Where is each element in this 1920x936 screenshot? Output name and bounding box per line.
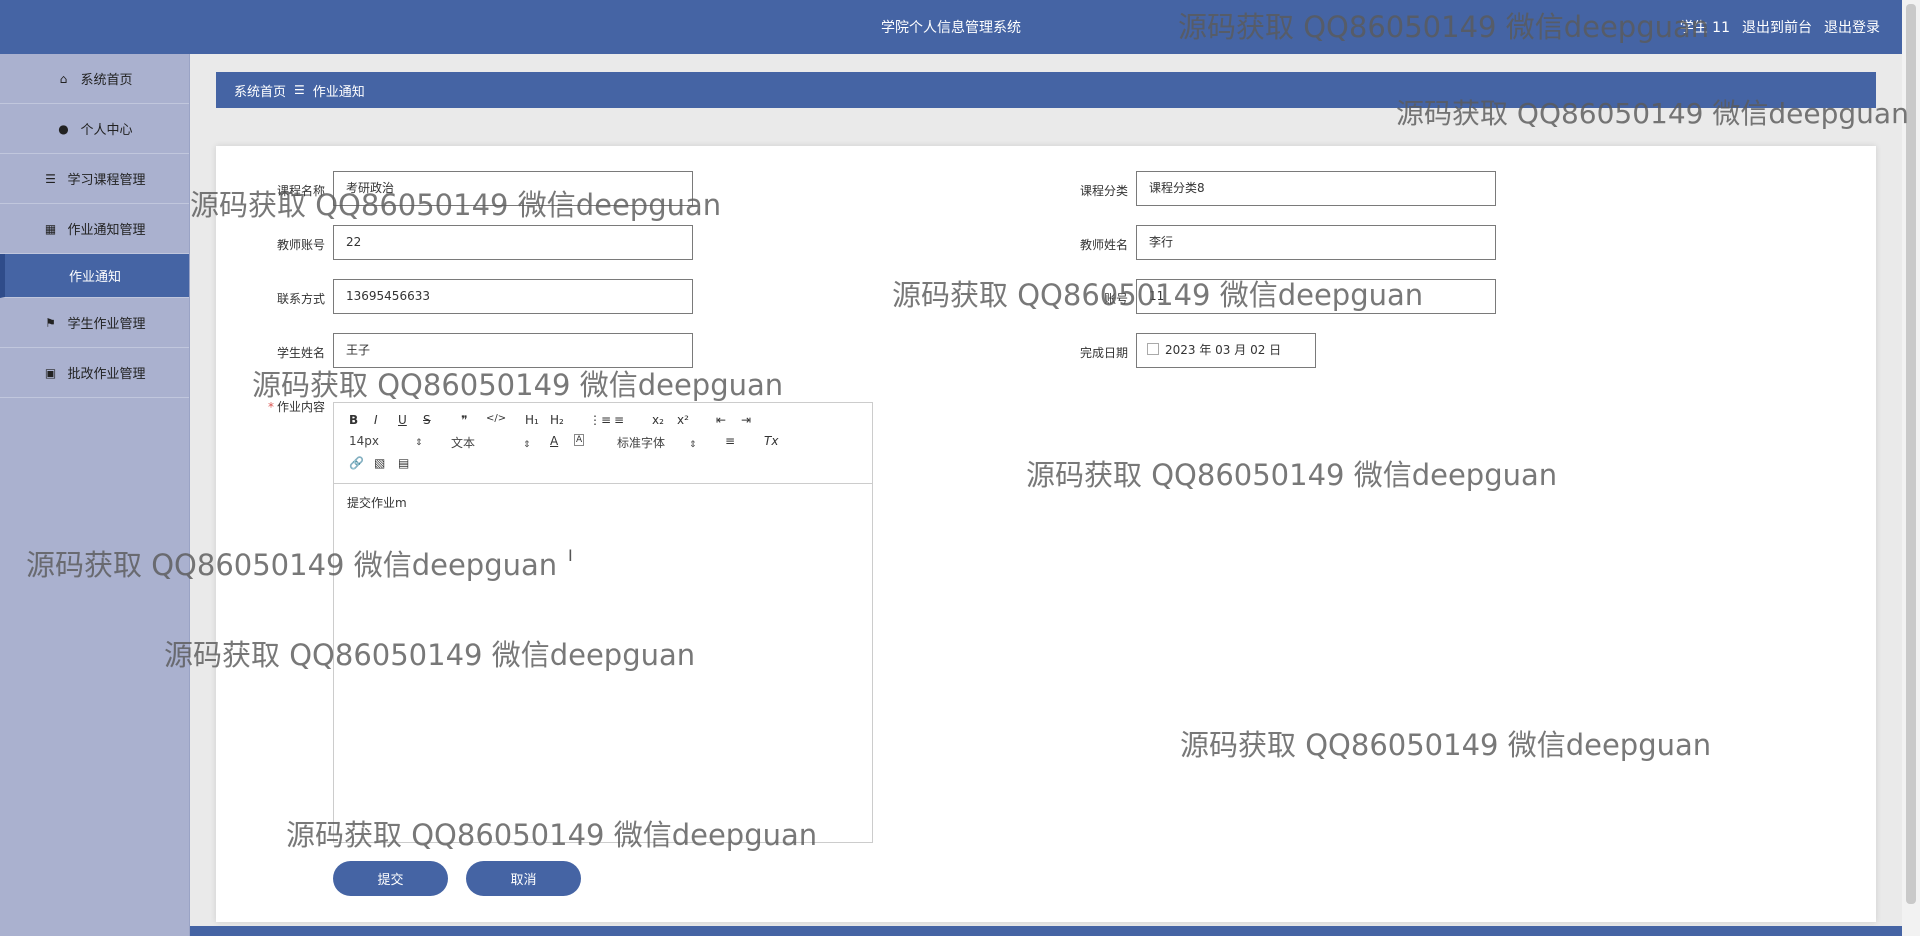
student-name-field[interactable]: 王子	[333, 333, 693, 368]
sidebar-item-home[interactable]: ⌂ 系统首页	[0, 54, 189, 104]
bold-button[interactable]: B	[349, 413, 358, 427]
finish-date-value: 2023 年 03 月 02 日	[1165, 343, 1282, 357]
heading1-button[interactable]: H₁	[525, 413, 539, 427]
back-to-front-link[interactable]: 退出到前台	[1742, 17, 1812, 37]
sidebar-item-label: 作业通知管理	[67, 223, 146, 238]
homework-content-label-text: 作业内容	[276, 400, 325, 414]
sidebar-item-label: 作业通知	[69, 270, 122, 285]
breadcrumb-home[interactable]: 系统首页	[234, 81, 286, 100]
sidebar-item-course-management[interactable]: ☰ 学习课程管理	[0, 154, 189, 204]
clipboard-icon: ▣	[44, 365, 57, 380]
rich-text-editor: B I U S ❞ </> H₁ H₂ ⋮≡ ≡ x₂ x² ⇤ ⇥ 14px ⇕…	[333, 402, 873, 843]
breadcrumb-separator-icon: ☰	[294, 83, 305, 97]
editor-content[interactable]: 提交作业m	[334, 484, 872, 521]
editor-toolbar: B I U S ❞ </> H₁ H₂ ⋮≡ ≡ x₂ x² ⇤ ⇥ 14px ⇕…	[334, 403, 872, 484]
breadcrumb-current: 作业通知	[312, 84, 365, 100]
page-scrollbar[interactable]	[1902, 0, 1920, 936]
sidebar-item-label: 学生作业管理	[67, 317, 146, 332]
course-category-label: 课程分类	[1079, 184, 1128, 198]
teacher-account-label: 教师账号	[276, 238, 325, 252]
sidebar-item-profile[interactable]: ● 个人中心	[0, 104, 189, 154]
sidebar-item-label: 批改作业管理	[67, 367, 146, 382]
course-name-field[interactable]: 考研政治	[333, 171, 693, 206]
block-format-value: 文本	[451, 436, 476, 450]
text-cursor-icon: I	[568, 546, 573, 565]
underline-button[interactable]: U	[398, 413, 407, 427]
student-name-label: 学生姓名	[276, 346, 325, 360]
sidebar: ⌂ 系统首页 ● 个人中心 ☰ 学习课程管理 ▦ 作业通知管理 作业通知 ⚑ 学…	[0, 54, 190, 936]
image-icon[interactable]: ▧	[374, 456, 385, 470]
course-name-label: 课程名称	[276, 184, 325, 198]
home-icon: ⌂	[59, 71, 68, 86]
flag-icon: ⚑	[45, 315, 56, 330]
indent-button[interactable]: ⇥	[741, 413, 751, 427]
sidebar-item-homework-notice-management[interactable]: ▦ 作业通知管理	[0, 204, 189, 254]
font-family-select[interactable]: 标准字体 ⇕	[617, 434, 697, 451]
breadcrumb: 系统首页 ☰ 作业通知	[216, 72, 1876, 108]
chevron-updown-icon: ⇕	[689, 440, 697, 450]
finish-date-picker[interactable]: 2023 年 03 月 02 日	[1136, 333, 1316, 368]
required-mark: *	[267, 400, 274, 414]
user-icon: ●	[58, 121, 69, 136]
superscript-button[interactable]: x²	[677, 413, 689, 427]
sidebar-item-student-homework[interactable]: ⚑ 学生作业管理	[0, 298, 189, 348]
sidebar-subitem-homework-notice[interactable]: 作业通知	[0, 254, 189, 298]
cancel-button[interactable]: 取消	[466, 861, 581, 896]
font-size-value: 14px	[349, 434, 379, 448]
align-button[interactable]: ≡	[725, 434, 735, 448]
contact-label: 联系方式	[276, 292, 325, 306]
bullet-list-button[interactable]: ≡	[614, 413, 624, 427]
bottom-bar	[190, 926, 1902, 936]
current-user: 学生 11	[1679, 20, 1730, 36]
submit-button[interactable]: 提交	[333, 861, 448, 896]
ordered-list-button[interactable]: ⋮≡	[589, 413, 611, 427]
grid-icon: ▦	[44, 221, 57, 236]
background-color-button[interactable]: A	[574, 434, 585, 446]
calendar-icon	[1147, 343, 1159, 355]
font-family-value: 标准字体	[617, 436, 666, 450]
course-category-field[interactable]: 课程分类8	[1136, 171, 1496, 206]
clean-format-button[interactable]: Tx	[764, 434, 778, 448]
font-color-button[interactable]: A	[550, 434, 558, 448]
link-icon[interactable]: 🔗	[349, 456, 364, 470]
chevron-updown-icon: ⇕	[415, 438, 423, 448]
font-size-select[interactable]: 14px ⇕	[349, 434, 423, 448]
sidebar-item-label: 系统首页	[80, 73, 133, 88]
video-icon[interactable]: ▤	[398, 456, 409, 470]
code-block-button[interactable]: </>	[486, 413, 506, 424]
teacher-account-field[interactable]: 22	[333, 225, 693, 260]
heading2-button[interactable]: H₂	[550, 413, 564, 427]
chevron-updown-icon: ⇕	[523, 440, 531, 450]
teacher-name-field[interactable]: 李行	[1136, 225, 1496, 260]
block-format-select[interactable]: 文本 ⇕	[451, 434, 531, 451]
outdent-button[interactable]: ⇤	[716, 413, 726, 427]
homework-content-label: * 作业内容	[215, 398, 325, 415]
blockquote-button[interactable]: ❞	[461, 413, 467, 427]
sidebar-item-label: 学习课程管理	[67, 173, 146, 188]
sidebar-item-label: 个人中心	[80, 123, 133, 138]
subscript-button[interactable]: x₂	[652, 413, 664, 427]
account-label: 账号	[1103, 292, 1128, 306]
sidebar-item-grade-homework[interactable]: ▣ 批改作业管理	[0, 348, 189, 398]
account-field[interactable]: 11	[1136, 279, 1496, 314]
strikethrough-button[interactable]: S	[423, 413, 431, 427]
app-title: 学院个人信息管理系统	[881, 20, 1021, 36]
contact-field[interactable]: 13695456633	[333, 279, 693, 314]
teacher-name-label: 教师姓名	[1079, 238, 1128, 252]
logout-link[interactable]: 退出登录	[1824, 17, 1880, 37]
sliders-icon: ☰	[45, 171, 56, 186]
header-actions: 学生 11 退出到前台 退出登录	[1680, 17, 1880, 37]
finish-date-label: 完成日期	[1079, 346, 1128, 360]
scrollbar-thumb[interactable]	[1906, 4, 1916, 904]
top-header: 学院个人信息管理系统 学生 11 退出到前台 退出登录	[0, 0, 1902, 54]
italic-button[interactable]: I	[374, 413, 378, 427]
